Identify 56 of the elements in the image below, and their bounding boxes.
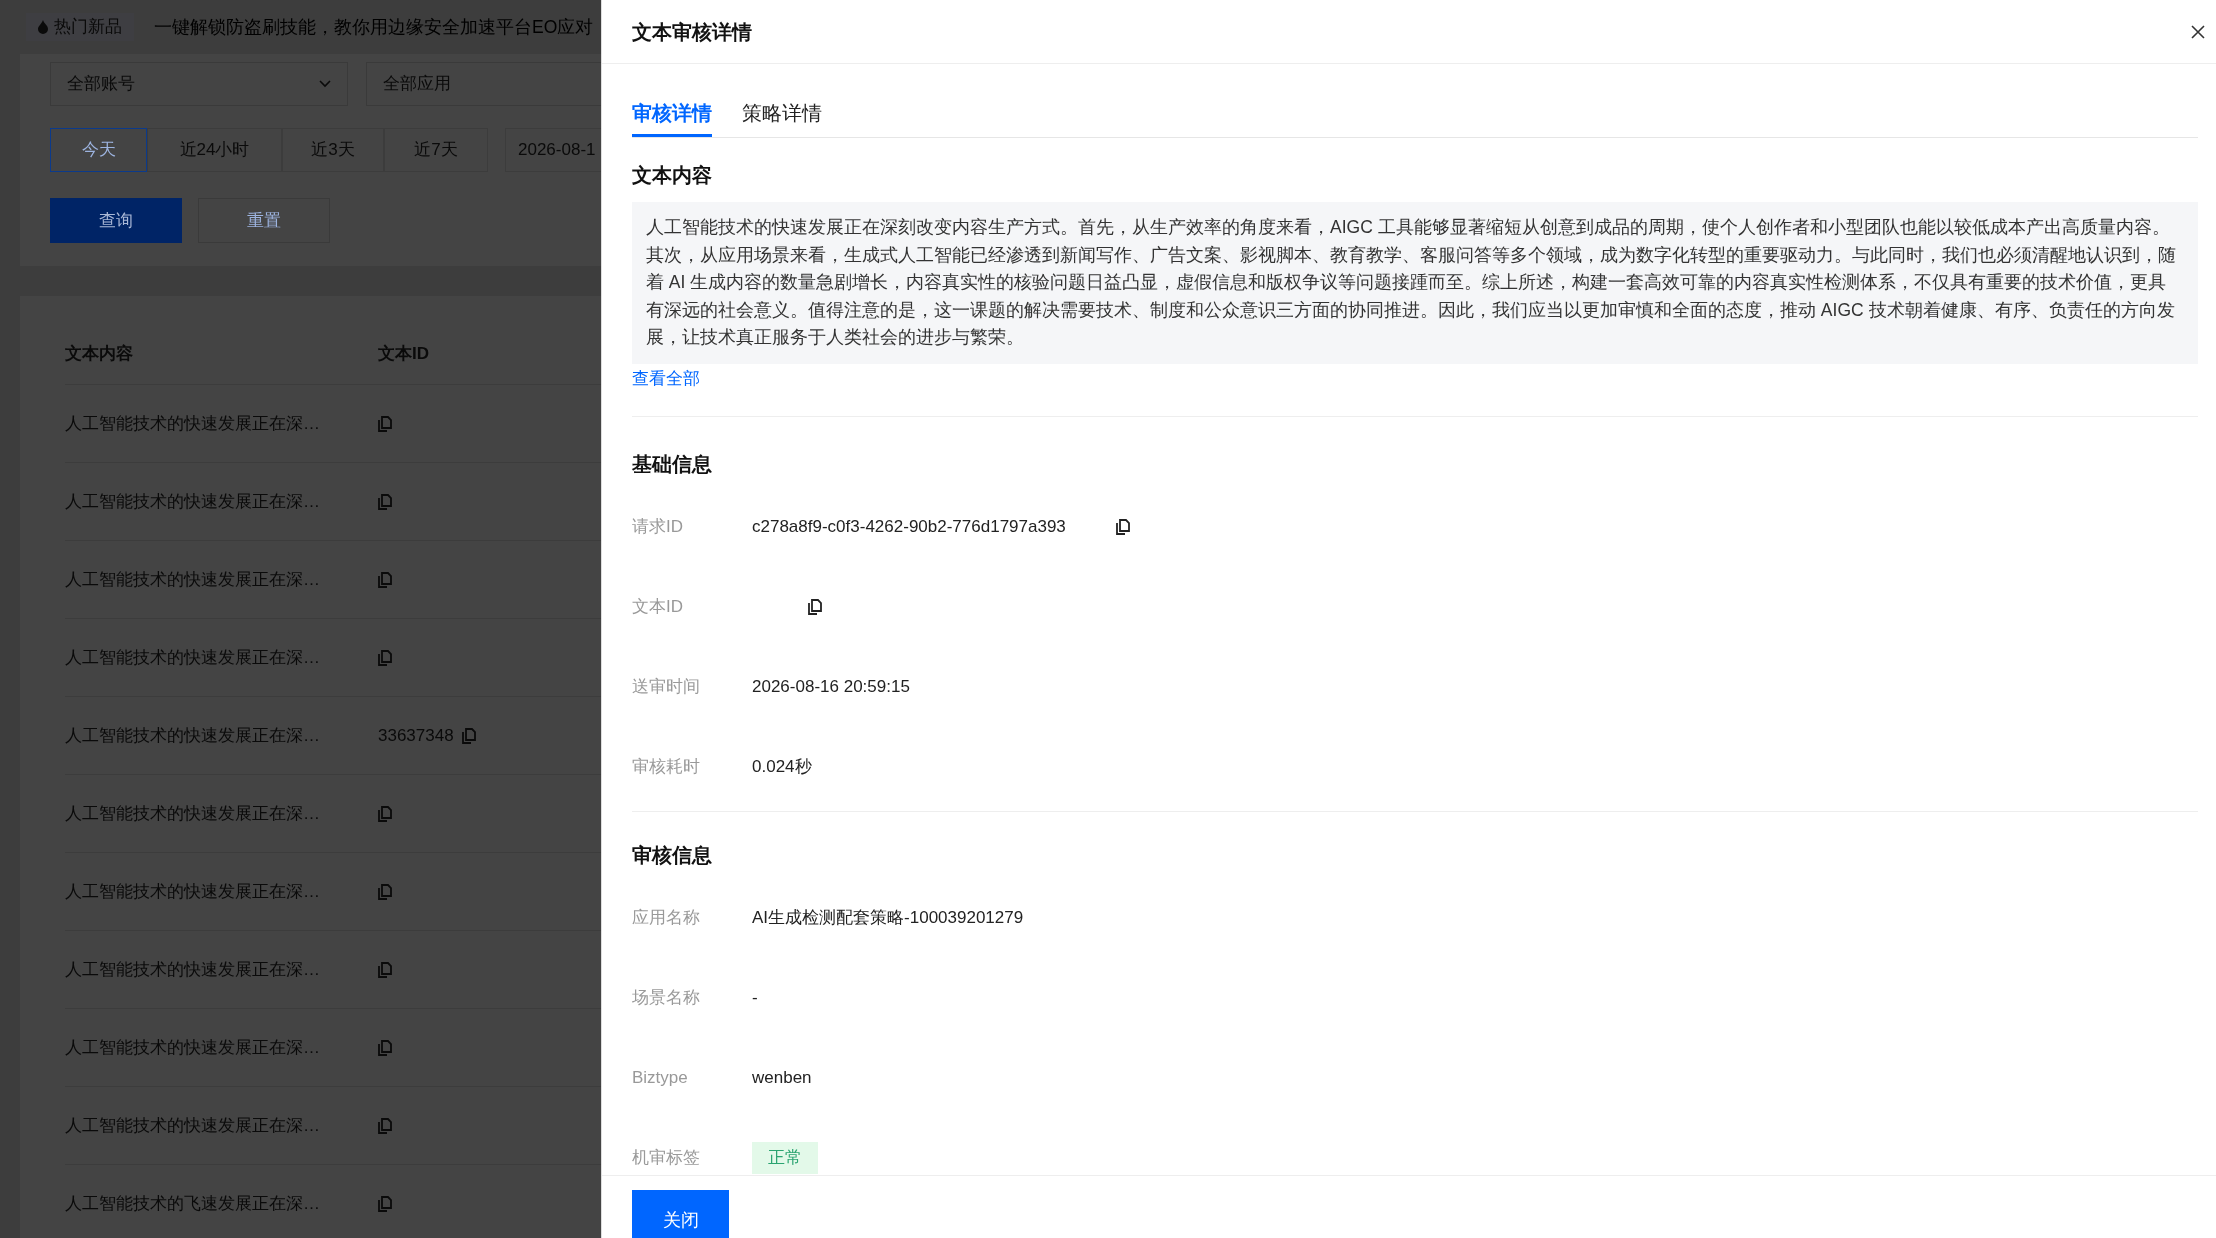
account-select[interactable]: 全部账号 xyxy=(50,62,348,106)
section-heading: 文本内容 xyxy=(632,163,713,188)
table-cell-text: 人工智能技术的快速发展正在深… xyxy=(65,646,321,669)
field-label: 场景名称 xyxy=(632,987,701,1010)
time-range-tab[interactable]: 近3天 xyxy=(282,128,384,172)
field-value: wenben xyxy=(752,1067,812,1090)
time-range-tab[interactable]: 近7天 xyxy=(384,128,488,172)
reset-button[interactable]: 重置 xyxy=(198,198,330,243)
table-cell-text: 人工智能技术的快速发展正在深… xyxy=(65,412,321,435)
table-cell-text: 人工智能技术的快速发展正在深… xyxy=(65,1036,321,1059)
time-range-tab[interactable]: 今天 xyxy=(50,128,147,172)
field-label: Biztype xyxy=(632,1067,689,1090)
table-cell-text: 人工智能技术的快速发展正在深… xyxy=(65,490,321,513)
text-content: 人工智能技术的快速发展正在深刻改变内容生产方式。首先，从生产效率的角度来看，AIGC 工具能够显著缩短从创意到成品的周期，使个人创作者和小型团队也能以较低成本产出高质量内容。其次，从应用场景来看，生成式人工智能已经渗透到新闻写作、广告文案、影视脚本、教育教学、客服问答等多个领域，成为数字化转型的重要驱动力。与此同时，我们也必须清醒地认识到，随着 AI 生成内容的数量急剧增长，内容真实性的核验问题日益凸显，虚假信息和版权争议等问题接踵而至。综上所述，构建一套高效可靠的内容真实性检测体系，不仅具有重要的技术价值，更具有深远的社会意义。值得注意的是，这一课题的解决需要技术、制度和公众意识三方面的协同推进。因此，我们应当以更加审慎和全面的态度，推动 AIGC 技术朝着健康、有序、负责任的方向发展，让技术真正服务于人类社会的进步与繁荣。 xyxy=(632,202,2198,364)
column-header: 文本内容 xyxy=(65,343,134,366)
hot-tag[interactable]: 热门新品 xyxy=(26,13,134,41)
field-value: 2026-08-16 20:59:15 xyxy=(752,676,910,699)
field-value: - xyxy=(752,987,758,1010)
field-label: 机审标签 xyxy=(632,1147,701,1170)
close-button[interactable]: 关闭 xyxy=(632,1190,729,1238)
field-value: 0.024秒 xyxy=(752,756,812,779)
field-label: 审核耗时 xyxy=(632,756,701,779)
query-button[interactable]: 查询 xyxy=(50,198,182,243)
app-select[interactable]: 全部应用 xyxy=(366,62,601,106)
field-label: 送审时间 xyxy=(632,676,701,699)
column-header: 文本ID xyxy=(378,343,429,366)
table-cell-text: 人工智能技术的飞速发展正在深… xyxy=(65,1192,321,1215)
chevron-down-icon xyxy=(319,80,331,88)
table-cell-text: 人工智能技术的快速发展正在深… xyxy=(65,1114,321,1137)
field-value: AI生成检测配套策略-100039201279 xyxy=(752,907,1024,930)
view-all-link[interactable]: 查看全部 xyxy=(632,368,700,388)
time-range-tab[interactable]: 近24小时 xyxy=(147,128,282,172)
table-cell-text: 人工智能技术的快速发展正在深… xyxy=(65,958,321,981)
detail-tab[interactable]: 审核详情 xyxy=(632,98,712,137)
select-value: 全部账号 xyxy=(67,73,135,96)
field-value: c278a8f9-c0f3-4262-90b2-776d1797a393 xyxy=(752,516,1066,539)
drawer-title: 文本审核详情 xyxy=(632,19,752,45)
section-heading: 审核信息 xyxy=(632,843,713,868)
section-heading: 基础信息 xyxy=(632,452,713,477)
table-cell-text: 人工智能技术的快速发展正在深… xyxy=(65,802,321,825)
select-value: 全部应用 xyxy=(383,73,451,96)
date-value: 2026-08-1 xyxy=(518,139,596,162)
copy-icon[interactable] xyxy=(808,599,822,615)
table-cell-text: 人工智能技术的快速发展正在深… xyxy=(65,568,321,591)
tag-label: 热门新品 xyxy=(54,16,122,39)
flame-icon xyxy=(38,20,48,34)
close-icon[interactable] xyxy=(2190,23,2206,40)
table-cell-text: 人工智能技术的快速发展正在深… xyxy=(65,724,321,747)
table-cell-text: 33637348 xyxy=(378,724,454,747)
field-label: 应用名称 xyxy=(632,907,701,930)
copy-icon[interactable] xyxy=(1115,519,1130,535)
status-tag: 正常 xyxy=(752,1142,818,1174)
field-label: 请求ID xyxy=(632,516,684,539)
field-label: 文本ID xyxy=(632,596,684,619)
detail-tab[interactable]: 策略详情 xyxy=(742,98,822,137)
table-cell-text: 人工智能技术的快速发展正在深… xyxy=(65,880,321,903)
